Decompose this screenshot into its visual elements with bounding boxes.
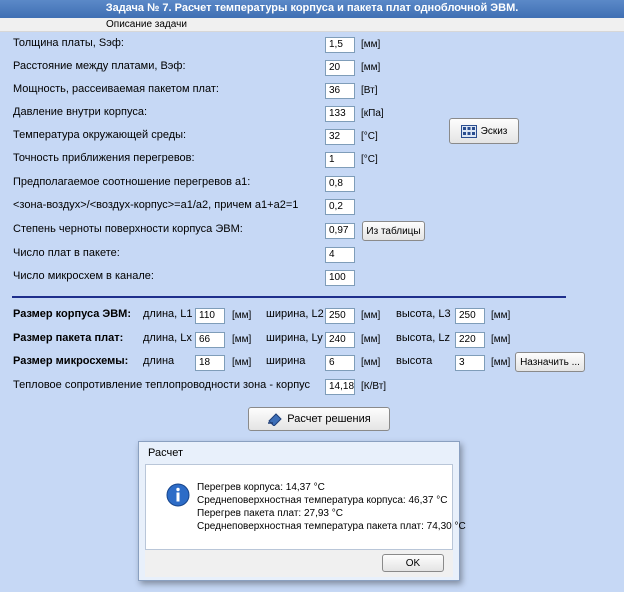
case-length-input[interactable]: 110 (195, 308, 225, 324)
param-unit: [мм] (361, 39, 381, 50)
size-title-chip: Размер микросхемы: (13, 355, 129, 367)
case-width-input[interactable]: 250 (325, 308, 355, 324)
menu-item-task-description[interactable]: Описание задачи (106, 18, 187, 31)
dialog-line-pack-overheat: Перегрев пакета плат: 27,93 °С (197, 508, 343, 519)
size-unit: [мм] (361, 310, 381, 321)
sketch-button[interactable]: Эскиз (449, 118, 519, 144)
size-height-label: высота, L3 (396, 308, 451, 320)
chip-height-input[interactable]: 3 (455, 355, 485, 371)
param-label-accuracy: Точность приближения перегревов: (13, 152, 195, 164)
size-unit: [мм] (232, 357, 252, 368)
param-label-emissivity: Степень черноты поверхности корпуса ЭВМ: (13, 223, 243, 235)
param-label-board-spacing: Расстояние между платами, Вэф: (13, 60, 186, 72)
calculate-button[interactable]: Расчет решения (248, 407, 390, 431)
case-height-input[interactable]: 250 (455, 308, 485, 324)
dialog-line-case-temp: Среднеповерхностная температура корпуса:… (197, 495, 448, 506)
param-input-board-count[interactable]: 4 (325, 247, 355, 263)
ok-button[interactable]: OK (382, 554, 444, 572)
param-input-ratio-a2[interactable]: 0,2 (325, 199, 355, 215)
chip-length-input[interactable]: 18 (195, 355, 225, 371)
thermal-resistance-label: Тепловое сопротивление теплопроводности … (13, 379, 311, 391)
param-input-ambient-temp[interactable]: 32 (325, 129, 355, 145)
from-table-button[interactable]: Из таблицы (362, 221, 425, 241)
section-separator (12, 296, 566, 298)
ok-button-label: OK (405, 557, 421, 569)
param-unit: [кПа] (361, 108, 384, 119)
param-label-ratio-a1: Предполагаемое соотношение перегревов а1… (13, 176, 251, 188)
assign-button[interactable]: Назначить ... (515, 352, 585, 372)
param-input-power[interactable]: 36 (325, 83, 355, 99)
window-title: Задача № 7. Расчет температуры корпуса и… (0, 0, 624, 18)
dialog-footer: OK (145, 550, 453, 577)
thermal-resistance-value[interactable]: 14,18 (325, 379, 355, 395)
param-input-ratio-a1[interactable]: 0,8 (325, 176, 355, 192)
param-label-ratio-a2: <зона-воздух>/<воздух-корпус>=а1/а2, при… (13, 199, 299, 211)
size-height-label: высота (396, 355, 433, 367)
size-width-label: ширина (266, 355, 306, 367)
size-title-pack: Размер пакета плат: (13, 332, 124, 344)
pack-length-input[interactable]: 66 (195, 332, 225, 348)
sketch-icon (460, 124, 477, 138)
param-unit: [°С] (361, 154, 378, 165)
param-input-board-spacing[interactable]: 20 (325, 60, 355, 76)
param-label-board-count: Число плат в пакете: (13, 247, 120, 259)
pack-width-input[interactable]: 240 (325, 332, 355, 348)
info-icon (166, 483, 190, 507)
size-length-label: длина (143, 355, 175, 367)
param-input-board-thickness[interactable]: 1,5 (325, 37, 355, 53)
size-unit: [мм] (232, 310, 252, 321)
result-dialog: Расчет Перегрев корпуса: 14,37 °С Средне… (138, 441, 466, 581)
size-unit: [мм] (491, 357, 511, 368)
param-label-chip-count: Число микросхем в канале: (13, 270, 154, 282)
size-length-label: длина, Lx (143, 332, 192, 344)
param-unit: [Вт] (361, 85, 378, 96)
size-width-label: ширина, L2 (266, 308, 324, 320)
dialog-line-pack-temp: Среднеповерхностная температура пакета п… (197, 521, 466, 532)
calculate-button-label: Расчет решения (287, 413, 371, 425)
pack-height-input[interactable]: 220 (455, 332, 485, 348)
size-height-label: высота, Lz (396, 332, 451, 344)
dialog-line-case-overheat: Перегрев корпуса: 14,37 °С (197, 482, 325, 493)
from-table-button-label: Из таблицы (366, 225, 421, 237)
chip-width-input[interactable]: 6 (325, 355, 355, 371)
size-unit: [мм] (232, 334, 252, 345)
dialog-title: Расчет (148, 447, 183, 459)
size-unit: [мм] (361, 357, 381, 368)
dialog-body: Перегрев корпуса: 14,37 °С Среднеповерхн… (145, 464, 466, 550)
calculator-icon (268, 413, 283, 426)
assign-button-label: Назначить ... (520, 356, 580, 368)
param-input-pressure[interactable]: 133 (325, 106, 355, 122)
param-label-power: Мощность, рассеиваемая пакетом плат: (13, 83, 219, 95)
menu-bar: Описание задачи (0, 18, 624, 32)
param-input-emissivity[interactable]: 0,97 (325, 223, 355, 239)
size-unit: [мм] (361, 334, 381, 345)
size-title-case: Размер корпуса ЭВМ: (13, 308, 131, 320)
param-input-chip-count[interactable]: 100 (325, 270, 355, 286)
size-unit: [мм] (491, 310, 511, 321)
param-label-board-thickness: Толщина платы, Sэф: (13, 37, 124, 49)
param-label-ambient-temp: Температура окружающей среды: (13, 129, 187, 141)
param-input-accuracy[interactable]: 1 (325, 152, 355, 168)
param-unit: [мм] (361, 62, 381, 73)
param-label-pressure: Давление внутри корпуса: (13, 106, 148, 118)
size-width-label: ширина, Ly (266, 332, 323, 344)
sketch-button-label: Эскиз (480, 125, 508, 137)
param-unit: [°С] (361, 131, 378, 142)
thermal-resistance-unit: [К/Вт] (361, 381, 387, 392)
size-unit: [мм] (491, 334, 511, 345)
size-length-label: длина, L1 (143, 308, 193, 320)
